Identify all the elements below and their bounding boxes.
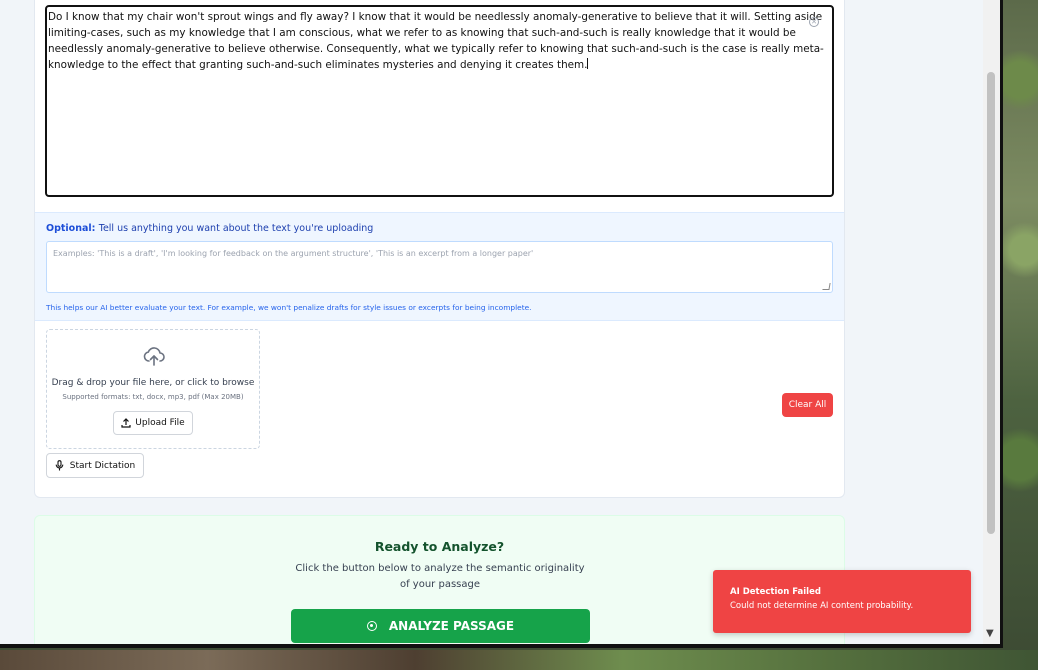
notes-placeholder: Examples: 'This is a draft', 'I'm lookin… bbox=[53, 249, 534, 258]
notes-help-text: This helps our AI better evaluate your t… bbox=[46, 303, 532, 312]
target-icon bbox=[366, 621, 377, 631]
page-scrollbar[interactable]: ▼ bbox=[983, 0, 1000, 644]
upload-icon bbox=[121, 418, 131, 428]
cloud-upload-icon bbox=[143, 347, 165, 366]
text-caret bbox=[587, 58, 589, 69]
scrollbar-thumb[interactable] bbox=[987, 72, 995, 534]
clear-all-button[interactable]: Clear All bbox=[782, 393, 833, 417]
passage-text: Do I know that my chair won't sprout win… bbox=[48, 11, 824, 71]
analyze-passage-label: ANALYZE PASSAGE bbox=[388, 619, 515, 633]
notes-section: Optional: Tell us anything you want abou… bbox=[35, 212, 844, 321]
scroll-down-arrow-icon[interactable]: ▼ bbox=[986, 628, 994, 639]
notes-label-rest: Tell us anything you want about the text… bbox=[98, 223, 374, 234]
dropzone-formats: Supported formats: txt, docx, mp3, pdf (… bbox=[62, 393, 244, 401]
file-dropzone[interactable]: Drag & drop your file here, or click to … bbox=[46, 329, 260, 449]
upload-file-label: Upload File bbox=[135, 418, 185, 428]
desktop-background-strip bbox=[0, 650, 1038, 670]
start-dictation-button[interactable]: Start Dictation bbox=[46, 453, 144, 478]
toast-message: Could not determine AI content probabili… bbox=[730, 601, 914, 611]
analyze-title: Ready to Analyze? bbox=[374, 539, 505, 554]
toast-title: AI Detection Failed bbox=[730, 587, 821, 597]
passage-textarea[interactable]: Do I know that my chair won't sprout win… bbox=[45, 5, 834, 197]
browser-window: Do I know that my chair won't sprout win… bbox=[0, 0, 1003, 648]
error-toast[interactable]: AI Detection Failed Could not determine … bbox=[713, 570, 971, 633]
notes-label: Optional: Tell us anything you want abou… bbox=[46, 223, 373, 234]
notes-label-bold: Optional: bbox=[46, 223, 96, 234]
analyze-passage-button[interactable]: ANALYZE PASSAGE bbox=[291, 609, 590, 643]
start-dictation-label: Start Dictation bbox=[69, 460, 136, 471]
dropzone-title: Drag & drop your file here, or click to … bbox=[51, 378, 255, 388]
resize-grip-icon[interactable] bbox=[822, 283, 831, 290]
notes-input[interactable]: Examples: 'This is a draft', 'I'm lookin… bbox=[46, 241, 833, 293]
upload-file-button[interactable]: Upload File bbox=[113, 411, 193, 435]
microphone-icon bbox=[55, 460, 64, 471]
clear-text-icon[interactable]: ✕ bbox=[809, 17, 819, 27]
analyze-description: Click the button below to analyze the se… bbox=[295, 563, 585, 590]
clear-all-label: Clear All bbox=[788, 400, 827, 410]
